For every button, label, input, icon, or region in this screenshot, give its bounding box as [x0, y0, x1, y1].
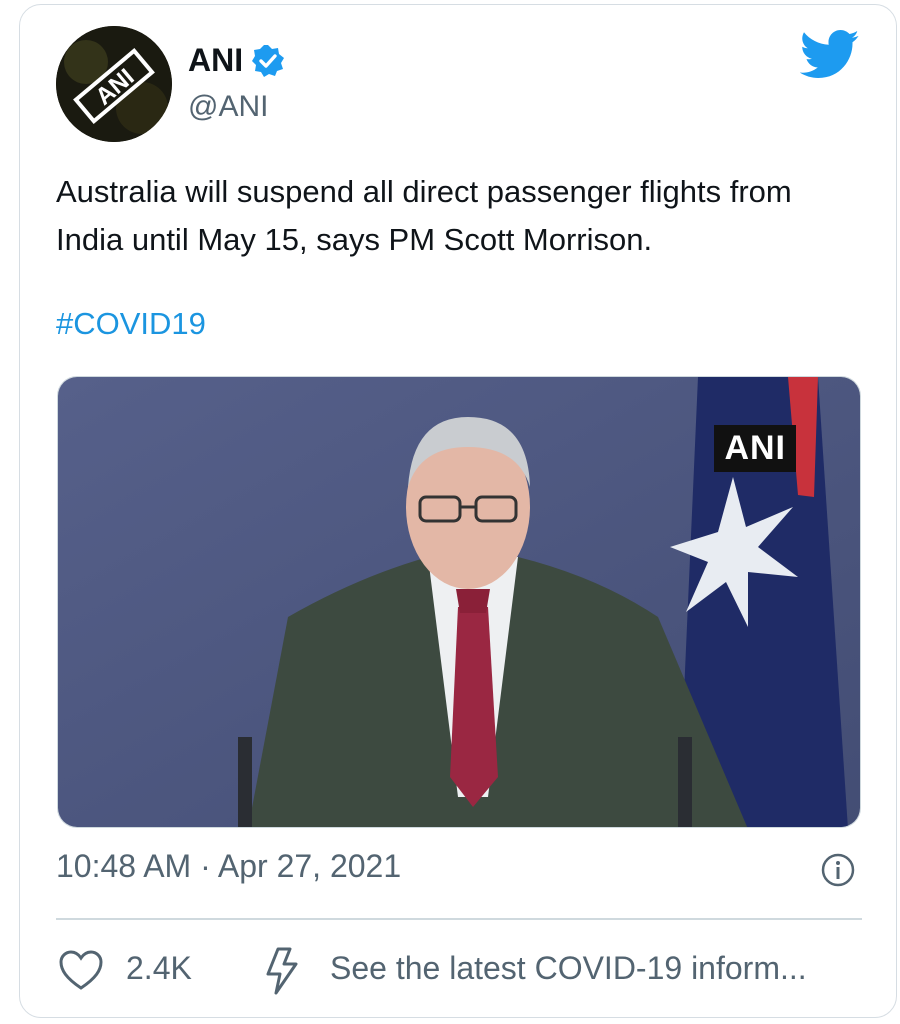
twitter-bird-icon[interactable] [799, 30, 860, 80]
tweet-text: Australia will suspend all direct passen… [56, 174, 792, 257]
avatar[interactable]: ANI [56, 26, 172, 142]
like-count[interactable]: 2.4K [126, 950, 192, 987]
tweet-media-image[interactable]: ANI [57, 376, 861, 828]
lightning-bolt-icon[interactable] [264, 946, 300, 996]
author-name-row[interactable]: ANI [188, 42, 285, 79]
verified-badge-icon [251, 44, 285, 78]
divider [56, 918, 862, 920]
media-watermark: ANI [714, 425, 796, 472]
heart-icon[interactable] [58, 950, 104, 992]
info-icon[interactable] [820, 852, 856, 888]
covid-info-link[interactable]: See the latest COVID-19 inform... [330, 950, 807, 987]
author-name[interactable]: ANI [188, 42, 243, 79]
hashtag-link[interactable]: #COVID19 [56, 306, 206, 342]
author-handle[interactable]: @ANI [188, 90, 268, 124]
tweet-timestamp[interactable]: 10:48 AM · Apr 27, 2021 [56, 848, 401, 885]
